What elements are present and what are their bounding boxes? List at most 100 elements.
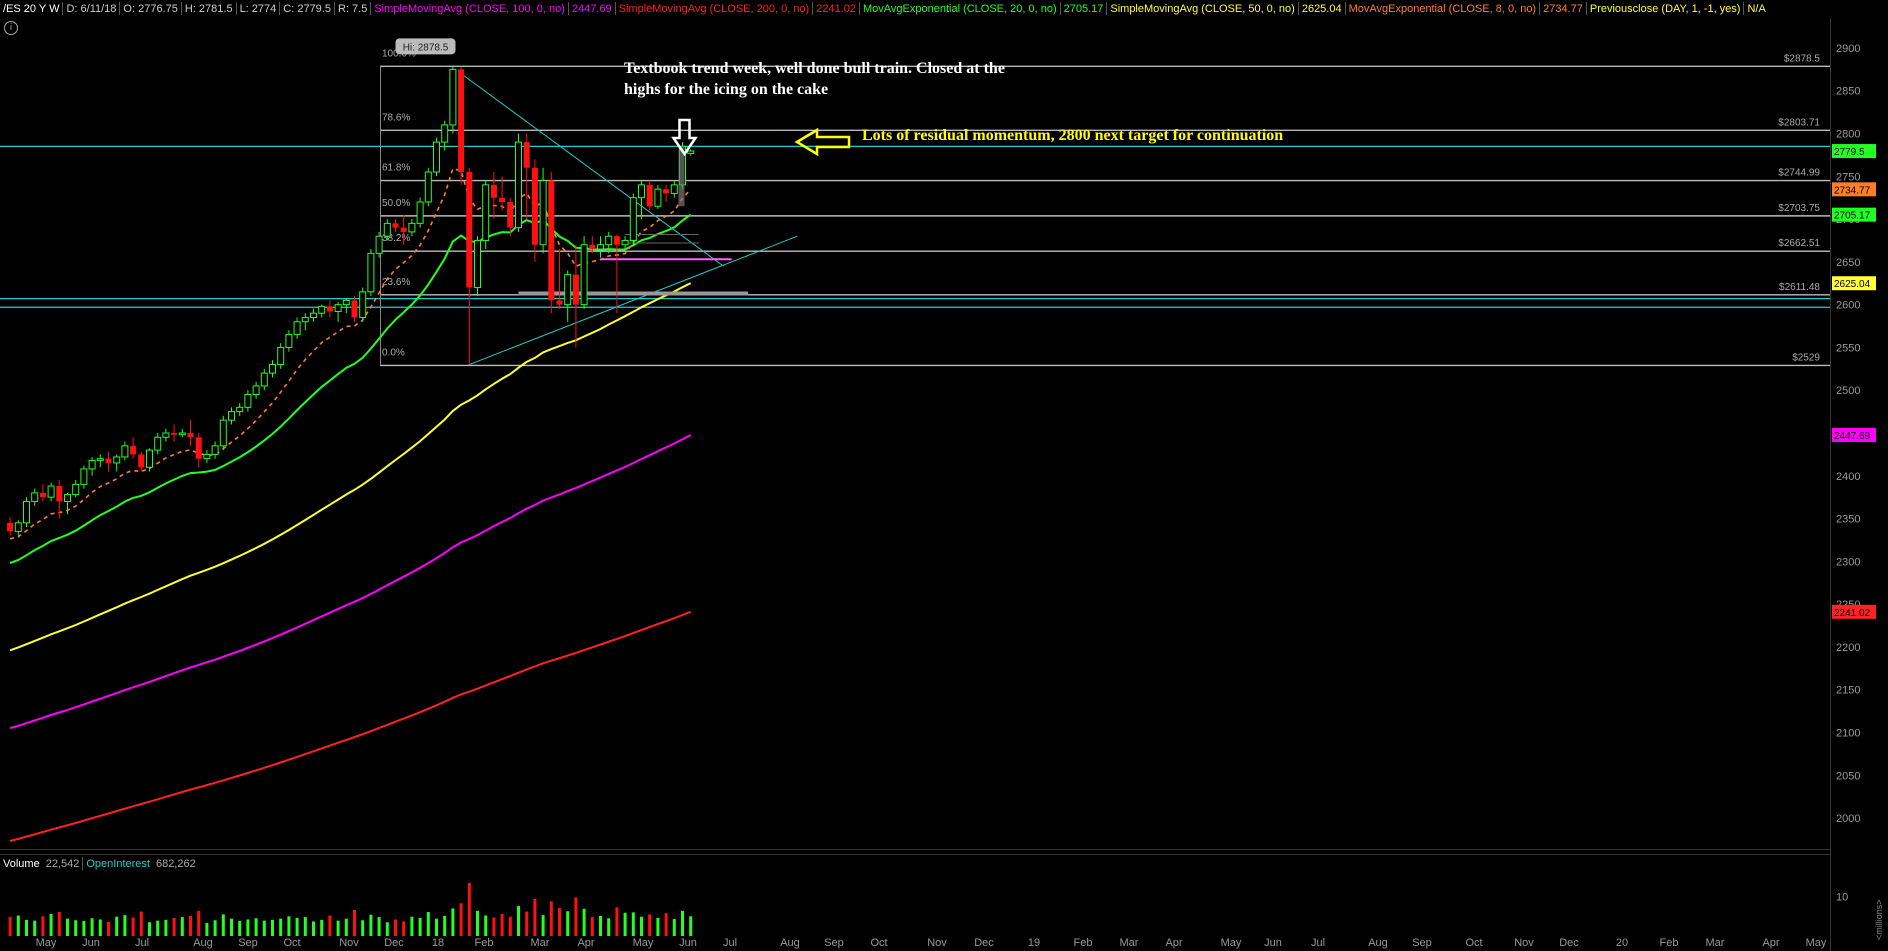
candle-body (23, 500, 30, 524)
candle-body (466, 172, 473, 288)
x-axis-label: Nov (339, 937, 359, 949)
volume-bar (82, 921, 86, 936)
x-axis-label: Dec (974, 937, 994, 949)
fib-price-label: $2744.99 (1778, 168, 1820, 179)
y-tick-label: 2600 (1836, 300, 1860, 312)
candle-body (113, 456, 121, 464)
volume-label: Volume (3, 857, 40, 870)
candle-body (88, 459, 96, 470)
volume-bar (689, 916, 693, 936)
candle-body (187, 433, 194, 438)
ma-value-tag-text: 2625.04 (1834, 279, 1871, 290)
candle-body (105, 458, 112, 463)
candle-body (531, 167, 538, 245)
candle-body (424, 171, 432, 203)
volume-bar (131, 917, 135, 936)
volume-bar (254, 918, 258, 936)
candle-body (14, 522, 22, 532)
candle-body (572, 274, 579, 305)
candle-body (146, 449, 153, 468)
volume-bar (41, 916, 45, 936)
volume-bar (599, 915, 602, 936)
candle-body (490, 184, 497, 198)
candle-body (564, 274, 572, 306)
ma-value-tag-text: 2705.17 (1834, 211, 1871, 222)
left-arrow-icon (794, 127, 851, 157)
volume-bar (115, 916, 119, 936)
volume-bar (344, 918, 348, 936)
volume-bar (656, 917, 660, 936)
y-tick-label: 2350 (1836, 514, 1860, 526)
candle-body (301, 316, 309, 323)
candle-body (441, 124, 449, 143)
candle-body (236, 406, 244, 413)
volume-bar (66, 918, 69, 936)
volume-bar (336, 920, 340, 936)
fib-percent-label: 23.6% (382, 277, 410, 288)
candle-body (613, 236, 620, 245)
fib-percent-label: 0.0% (382, 347, 405, 358)
candle-body (548, 180, 555, 301)
y-tick-label: 2750 (1836, 171, 1860, 183)
candle-body (351, 300, 358, 318)
candle-body (277, 346, 285, 366)
fib-percent-label: 50.0% (382, 198, 410, 209)
volume-bar (295, 917, 299, 936)
sma-50-line (9, 282, 692, 652)
candle-body (367, 252, 375, 293)
volume-bar (640, 916, 643, 936)
last-price-tag-text: 2779.5 (1834, 147, 1865, 158)
y-tick-label: 2200 (1836, 642, 1860, 654)
x-axis-label: Nov (1514, 937, 1534, 949)
volume-bar (500, 913, 504, 936)
volume-bar (484, 915, 488, 936)
uptrend-line (469, 235, 798, 366)
volume-bar (402, 921, 406, 936)
candle-body (260, 372, 268, 387)
candle-body (589, 244, 596, 250)
highlight-bar (678, 146, 685, 207)
y-tick-label: 2100 (1836, 727, 1860, 739)
x-axis-label: Sep (1412, 937, 1432, 949)
candle-body (154, 436, 162, 451)
x-axis-label: Jun (679, 937, 697, 949)
x-axis-label: Apr (1165, 937, 1182, 949)
volume-units-label: <millions> (1874, 899, 1884, 940)
candle-body (244, 393, 252, 408)
candle-body (219, 419, 227, 447)
candle-body (326, 306, 333, 312)
volume-bar (681, 910, 684, 936)
volume-bar (541, 915, 545, 936)
volume-value: 22,542 (45, 857, 80, 870)
volume-bar (279, 918, 283, 936)
y-tick-label: 2550 (1836, 342, 1860, 354)
candle-body (392, 223, 399, 228)
x-axis-label: Mar (1706, 937, 1725, 949)
volume-bar (607, 918, 611, 936)
volume-bar (476, 910, 479, 936)
annotation-main-line2: highs for the icing on the cake (624, 81, 829, 98)
candle-body (138, 454, 145, 468)
x-axis-label: Dec (1559, 937, 1579, 949)
volume-bar (90, 918, 94, 936)
x-axis-label: Apr (1762, 937, 1779, 949)
volume-bar (549, 901, 553, 936)
volume-bar (197, 910, 201, 936)
candle-body (31, 492, 39, 502)
candle-body (556, 300, 563, 305)
volume-bar (303, 917, 307, 936)
candle-body (523, 142, 530, 168)
volume-bar (25, 919, 28, 936)
x-axis-label: Jul (723, 937, 737, 949)
volume-bar (320, 919, 324, 936)
x-axis-label: Oct (870, 937, 887, 949)
volume-bar (312, 921, 315, 936)
volume-bar (271, 919, 274, 936)
fib-price-label: $2878.5 (1784, 53, 1821, 64)
x-axis-label: Apr (577, 937, 594, 949)
volume-bar (246, 919, 250, 936)
annotation-main: Textbook trend week, well done bull trai… (624, 58, 1005, 100)
y-tick-label: 2850 (1836, 86, 1860, 98)
candle-body (687, 150, 695, 154)
volume-bar (418, 917, 422, 936)
